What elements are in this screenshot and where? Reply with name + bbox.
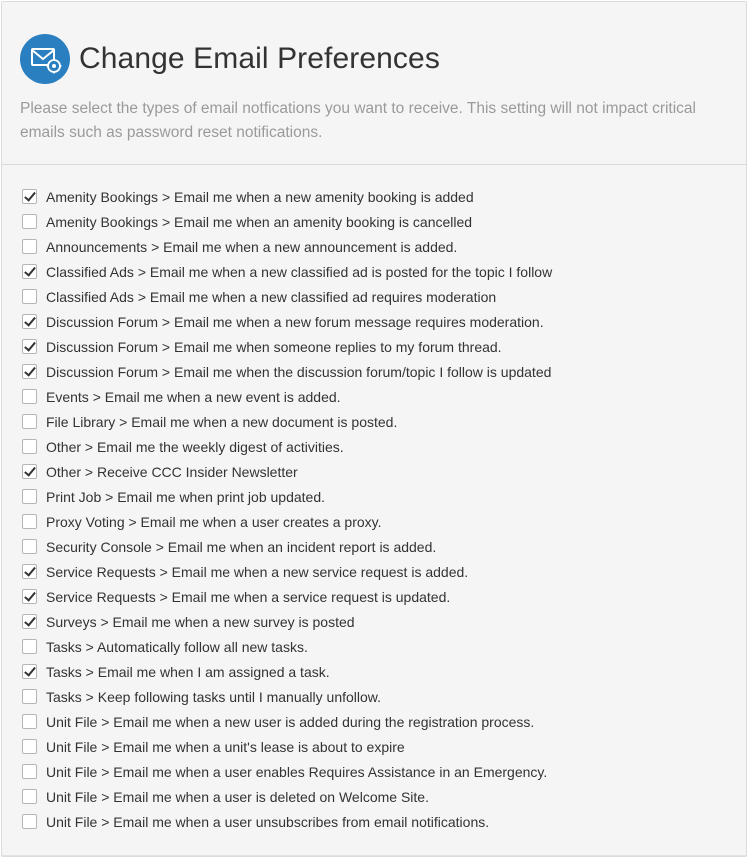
preference-checkbox[interactable] <box>22 714 37 729</box>
preference-label: Unit File > Email me when a user enables… <box>46 763 548 780</box>
preference-item[interactable]: Discussion Forum > Email me when the dis… <box>20 359 740 384</box>
preference-item[interactable]: Events > Email me when a new event is ad… <box>20 384 740 409</box>
preference-checkbox[interactable] <box>22 314 37 329</box>
preference-checkbox[interactable] <box>22 189 37 204</box>
preference-label: Other > Email me the weekly digest of ac… <box>46 438 344 455</box>
preference-checkbox[interactable] <box>22 264 37 279</box>
preference-item[interactable]: Proxy Voting > Email me when a user crea… <box>20 509 740 534</box>
preference-label: Discussion Forum > Email me when someone… <box>46 338 502 355</box>
preference-label: Proxy Voting > Email me when a user crea… <box>46 513 382 530</box>
preference-label: File Library > Email me when a new docum… <box>46 413 398 430</box>
preference-label: Classified Ads > Email me when a new cla… <box>46 288 497 305</box>
preference-checkbox[interactable] <box>22 814 37 829</box>
preference-label: Unit File > Email me when a user is dele… <box>46 788 429 805</box>
preference-checkbox[interactable] <box>22 639 37 654</box>
preference-checkbox[interactable] <box>22 289 37 304</box>
preference-checkbox[interactable] <box>22 789 37 804</box>
preference-item[interactable]: Unit File > Email me when a user unsubsc… <box>20 809 740 834</box>
preference-label: Events > Email me when a new event is ad… <box>46 388 341 405</box>
preference-item[interactable]: Discussion Forum > Email me when someone… <box>20 334 740 359</box>
preference-checkbox[interactable] <box>22 239 37 254</box>
preference-item[interactable]: Other > Receive CCC Insider Newsletter <box>20 459 740 484</box>
preference-checkbox[interactable] <box>22 414 37 429</box>
preference-label: Discussion Forum > Email me when a new f… <box>46 313 544 330</box>
preference-checkbox[interactable] <box>22 364 37 379</box>
preference-label: Classified Ads > Email me when a new cla… <box>46 263 553 280</box>
page-description: Please select the types of email notfica… <box>20 100 696 141</box>
preference-label: Discussion Forum > Email me when the dis… <box>46 363 552 380</box>
preference-checkbox[interactable] <box>22 614 37 629</box>
page-title: Change Email Preferences <box>79 42 440 75</box>
preference-checkbox[interactable] <box>22 589 37 604</box>
email-settings-icon <box>20 34 70 84</box>
preferences-list: Amenity Bookings > Email me when a new a… <box>20 184 740 834</box>
preference-item[interactable]: Amenity Bookings > Email me when an amen… <box>20 209 740 234</box>
preference-item[interactable]: Print Job > Email me when print job upda… <box>20 484 740 509</box>
preference-item[interactable]: File Library > Email me when a new docum… <box>20 409 740 434</box>
preference-checkbox[interactable] <box>22 389 37 404</box>
preference-item[interactable]: Discussion Forum > Email me when a new f… <box>20 309 740 334</box>
preference-item[interactable]: Tasks > Keep following tasks until I man… <box>20 684 740 709</box>
preference-item[interactable]: Classified Ads > Email me when a new cla… <box>20 284 740 309</box>
preference-label: Tasks > Automatically follow all new tas… <box>46 638 308 655</box>
preference-label: Other > Receive CCC Insider Newsletter <box>46 463 298 480</box>
preference-checkbox[interactable] <box>22 489 37 504</box>
preference-label: Tasks > Keep following tasks until I man… <box>46 688 382 705</box>
preference-label: Surveys > Email me when a new survey is … <box>46 613 355 630</box>
preference-item[interactable]: Tasks > Email me when I am assigned a ta… <box>20 659 740 684</box>
preference-item[interactable]: Surveys > Email me when a new survey is … <box>20 609 740 634</box>
preference-item[interactable]: Unit File > Email me when a user enables… <box>20 759 740 784</box>
preference-checkbox[interactable] <box>22 464 37 479</box>
preference-label: Unit File > Email me when a new user is … <box>46 713 535 730</box>
preference-item[interactable]: Security Console > Email me when an inci… <box>20 534 740 559</box>
panel-header: Change Email Preferences Please select t… <box>2 2 746 165</box>
email-preferences-panel: Change Email Preferences Please select t… <box>1 1 747 857</box>
preference-item[interactable]: Service Requests > Email me when a servi… <box>20 584 740 609</box>
preference-label: Tasks > Email me when I am assigned a ta… <box>46 663 330 680</box>
preference-item[interactable]: Unit File > Email me when a unit's lease… <box>20 734 740 759</box>
preference-item[interactable]: Service Requests > Email me when a new s… <box>20 559 740 584</box>
preference-item[interactable]: Other > Email me the weekly digest of ac… <box>20 434 740 459</box>
preference-label: Unit File > Email me when a unit's lease… <box>46 738 405 755</box>
preference-checkbox[interactable] <box>22 339 37 354</box>
preference-checkbox[interactable] <box>22 439 37 454</box>
preference-label: Print Job > Email me when print job upda… <box>46 488 325 505</box>
preference-item[interactable]: Unit File > Email me when a new user is … <box>20 709 740 734</box>
preference-label: Amenity Bookings > Email me when an amen… <box>46 213 473 230</box>
preference-label: Service Requests > Email me when a servi… <box>46 588 451 605</box>
preference-item[interactable]: Amenity Bookings > Email me when a new a… <box>20 184 740 209</box>
preference-label: Security Console > Email me when an inci… <box>46 538 437 555</box>
preference-checkbox[interactable] <box>22 764 37 779</box>
preference-label: Unit File > Email me when a user unsubsc… <box>46 813 490 830</box>
preference-checkbox[interactable] <box>22 514 37 529</box>
preference-item[interactable]: Classified Ads > Email me when a new cla… <box>20 259 740 284</box>
preference-checkbox[interactable] <box>22 689 37 704</box>
preference-label: Service Requests > Email me when a new s… <box>46 563 469 580</box>
preference-checkbox[interactable] <box>22 564 37 579</box>
preference-item[interactable]: Unit File > Email me when a user is dele… <box>20 784 740 809</box>
preference-item[interactable]: Tasks > Automatically follow all new tas… <box>20 634 740 659</box>
preference-checkbox[interactable] <box>22 214 37 229</box>
preference-checkbox[interactable] <box>22 739 37 754</box>
preference-label: Announcements > Email me when a new anno… <box>46 238 458 255</box>
preference-checkbox[interactable] <box>22 664 37 679</box>
preference-checkbox[interactable] <box>22 539 37 554</box>
panel-bottom-divider <box>2 855 746 856</box>
preference-item[interactable]: Announcements > Email me when a new anno… <box>20 234 740 259</box>
preference-label: Amenity Bookings > Email me when a new a… <box>46 188 474 205</box>
